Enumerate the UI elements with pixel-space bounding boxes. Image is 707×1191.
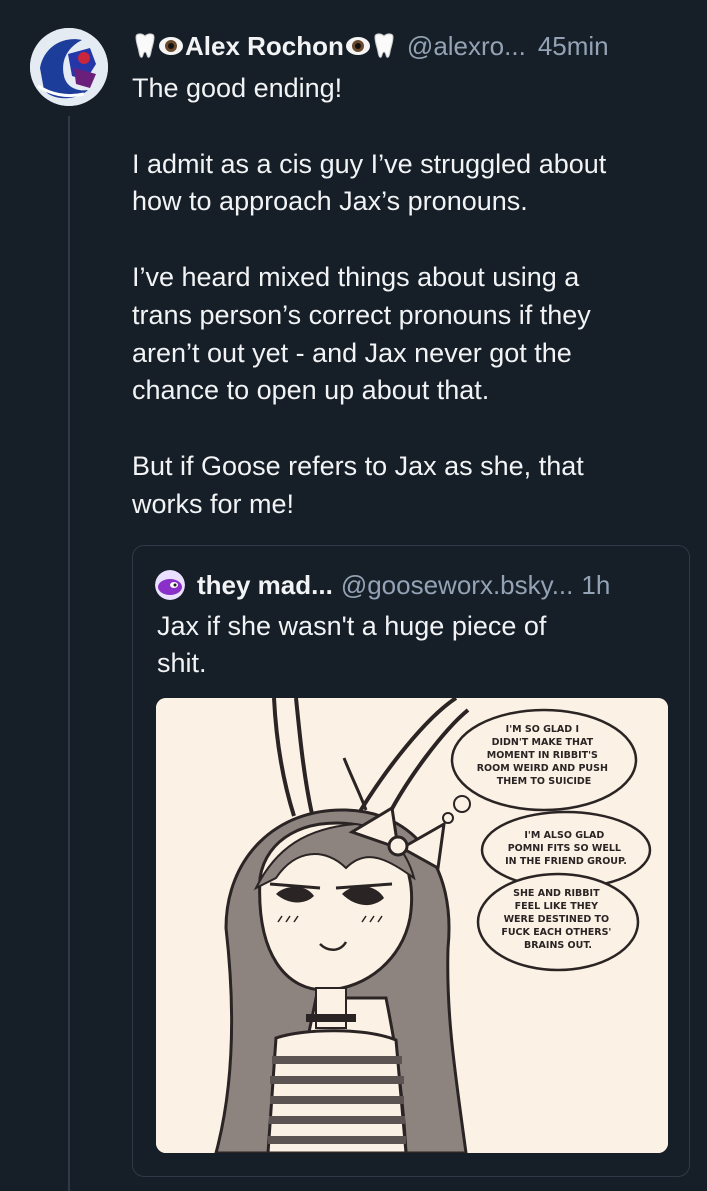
tooth-icon [371,32,397,60]
bubble-line: I'M ALSO GLAD [524,830,604,841]
bubble-line: I'M SO GLAD I [506,724,579,735]
post-line: trans person’s correct pronouns if they [132,299,591,330]
comic-illustration: I'M SO GLAD I DIDN'T MAKE THAT MOMENT IN… [156,698,668,1153]
post-line-gap [132,108,692,146]
bubble-line: POMNI FITS SO WELL [508,843,621,854]
post-line: The good ending! [132,73,343,103]
bubble-line: BRAINS OUT. [524,940,592,951]
quoted-author-avatar[interactable] [155,570,185,600]
quoted-post-header: they mad... @gooseworx.bsky... 1h [155,566,675,604]
quoted-author-name[interactable]: they mad... [197,570,333,601]
post-line: works for me! [132,488,295,519]
tooth-icon [132,32,158,60]
post-line: I admit as a cis guy I’ve struggled abou… [132,148,607,179]
quoted-post-timestamp[interactable]: 1h [581,570,610,601]
eye-icon [158,32,184,60]
quoted-line: shit. [157,648,207,678]
quoted-line: Jax if she wasn't a huge piece of [157,611,547,641]
quoted-post-text: Jax if she wasn't a huge piece of shit. [157,608,657,682]
avatar-art-icon [30,28,108,106]
thread-line [68,116,70,1191]
post-line: I’ve heard mixed things about using a [132,261,580,292]
bubble-line: WERE DESTINED TO [504,914,610,925]
post-line: how to approach Jax’s pronouns. [132,186,528,217]
bubble-line: FEEL LIKE THEY [515,901,598,912]
bubble-line: ROOM WEIRD AND PUSH [477,763,608,774]
post-line: aren’t out yet - and Jax never got the [132,337,572,368]
bubble-line: THEM TO SUICIDE [497,776,592,787]
post-line-gap [132,410,692,448]
bubble-line: DIDN'T MAKE THAT [492,737,594,748]
post-line: But if Goose refers to Jax as she, that [132,450,584,481]
post-text: The good ending! I admit as a cis guy I’… [132,70,692,524]
author-avatar[interactable] [30,28,108,106]
bubble-line: IN THE FRIEND GROUP. [505,856,627,867]
post-header: Alex Rochon @alexro... 45min [132,26,692,66]
author-handle[interactable]: @alexro... [407,31,526,62]
post-timestamp[interactable]: 45min [538,31,609,62]
eye-icon [345,32,371,60]
quoted-post-card[interactable]: they mad... @gooseworx.bsky... 1h Jax if… [132,545,690,1177]
quoted-author-handle[interactable]: @gooseworx.bsky... [341,570,574,601]
bubble-line: MOMENT IN RIBBIT'S [487,750,598,761]
bubble-line: FUCK EACH OTHERS' [501,927,611,938]
bubble-line: SHE AND RIBBIT [513,888,600,899]
quoted-post-image[interactable]: I'M SO GLAD I DIDN'T MAKE THAT MOMENT IN… [156,698,668,1153]
author-display-name[interactable]: Alex Rochon [185,31,344,62]
post-line: chance to open up about that. [132,375,490,406]
post-line-gap [132,221,692,259]
